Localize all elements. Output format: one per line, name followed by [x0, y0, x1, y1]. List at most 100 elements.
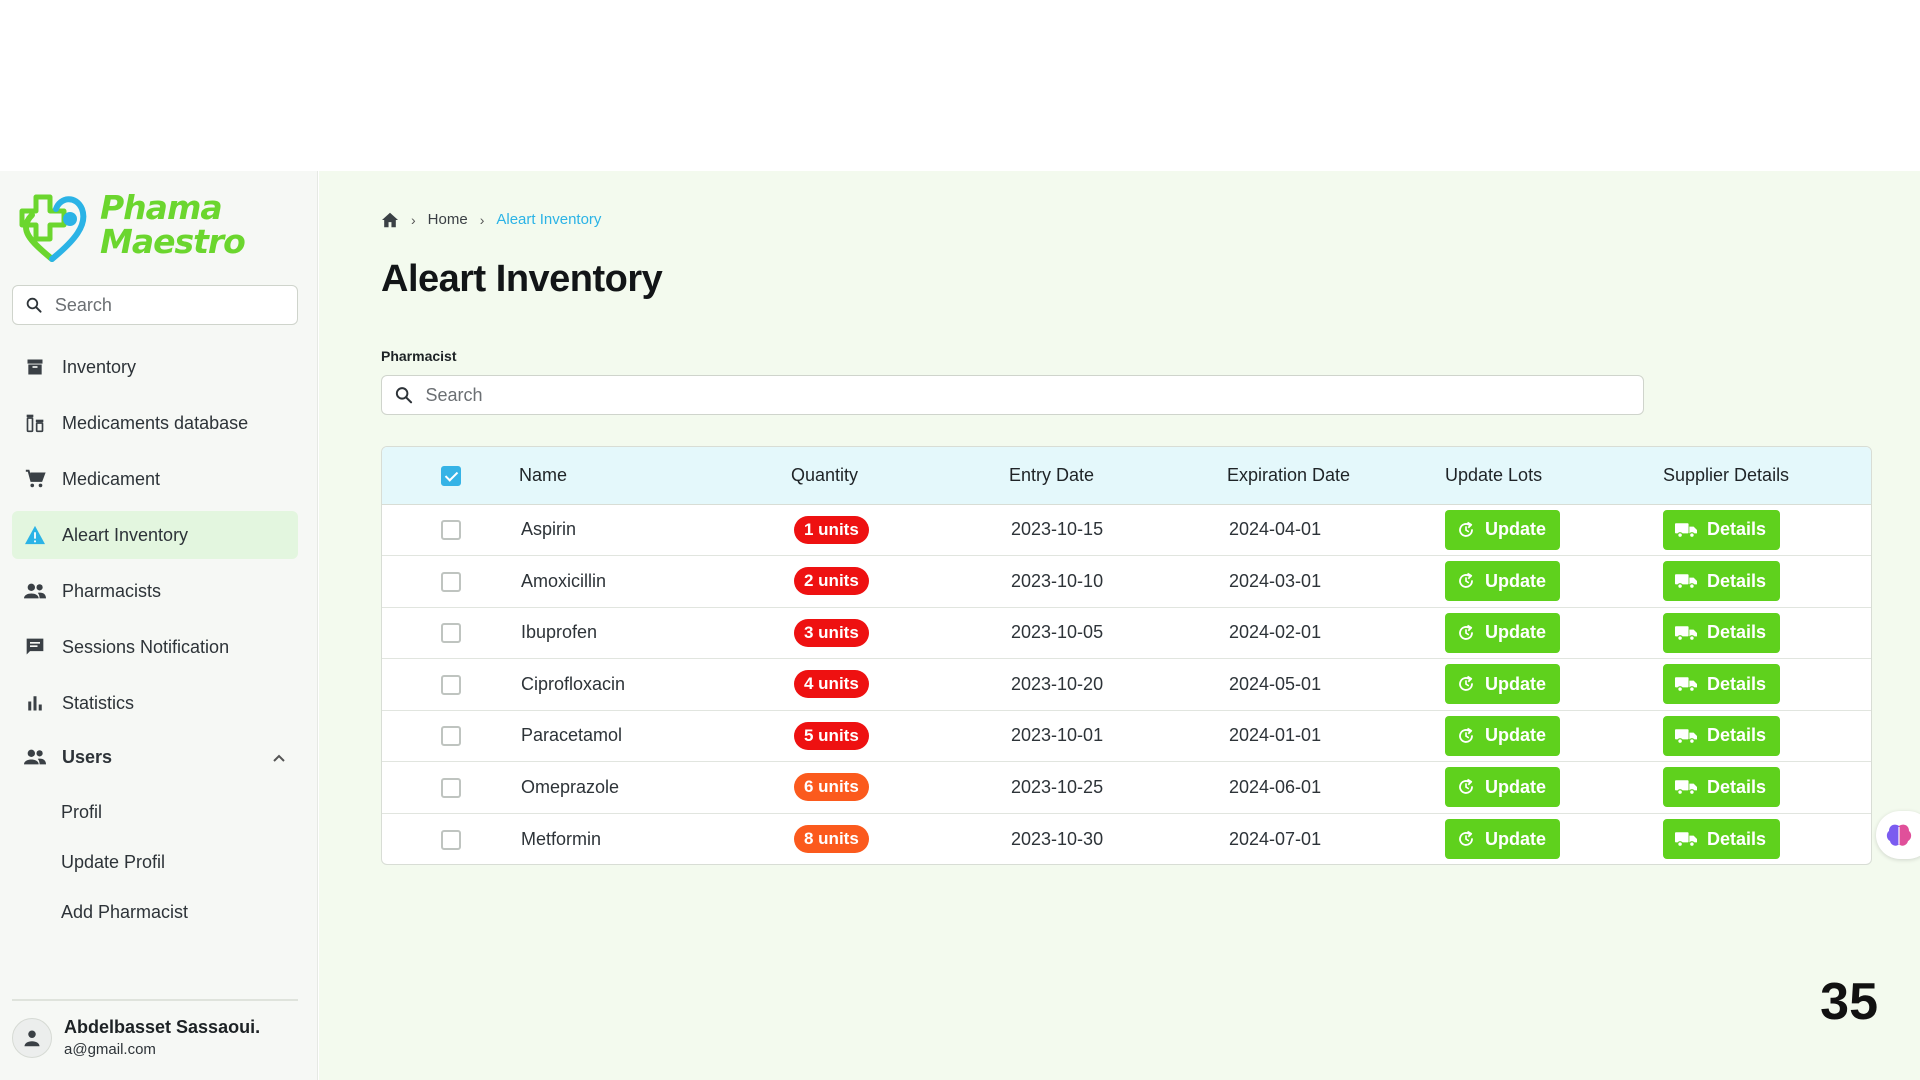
details-button[interactable]: Details	[1663, 715, 1781, 756]
truck-icon	[1675, 677, 1697, 693]
pharmacist-search-input[interactable]	[425, 384, 1643, 406]
sidebar-item-statistics[interactable]: Statistics	[12, 679, 298, 727]
sidebar-item-aleart-inventory[interactable]: Aleart Inventory	[12, 511, 298, 559]
brand-logo[interactable]: Phama Maestro	[12, 189, 252, 263]
home-icon[interactable]	[381, 212, 399, 228]
supplier-details-cell: Details	[1663, 659, 1871, 711]
quantity-badge: 2 units	[794, 567, 869, 596]
sidebar-subitem-profil[interactable]: Profil	[12, 787, 298, 837]
refresh-clock-icon	[1459, 778, 1473, 795]
entry-date: 2023-10-15	[1011, 519, 1104, 540]
update-button[interactable]: Update	[1445, 664, 1561, 705]
supplier-details-cell: Details	[1663, 762, 1871, 814]
sidebar-search-input[interactable]	[54, 294, 297, 316]
row-checkbox[interactable]	[440, 674, 461, 695]
medicament-name: Metformin	[521, 828, 602, 849]
row-select-cell	[382, 762, 519, 814]
details-button[interactable]: Details	[1663, 509, 1781, 550]
truck-icon	[1675, 780, 1697, 796]
row-select-cell	[382, 813, 519, 864]
refresh-clock-icon	[1459, 675, 1473, 692]
expiration-date: 2024-06-01	[1229, 776, 1322, 797]
breadcrumb-home[interactable]: Home	[428, 211, 468, 228]
supplier-details-cell: Details	[1663, 504, 1871, 556]
expiration-date: 2024-07-01	[1229, 828, 1322, 849]
sidebar-item-medicaments-database[interactable]: Medicaments database	[12, 399, 298, 447]
breadcrumb: › Home › Aleart Inventory	[381, 211, 601, 228]
row-checkbox[interactable]	[440, 726, 461, 747]
quantity-cell: 3 units	[791, 607, 1009, 659]
details-button[interactable]: Details	[1663, 767, 1781, 808]
breadcrumb-separator: ›	[411, 211, 416, 228]
table-row[interactable]: Aspirin 1 units 2023-10-15 2024-04-01 Up…	[382, 504, 1871, 556]
column-header-entry-date[interactable]: Entry Date	[1009, 447, 1227, 505]
select-all-cell	[382, 447, 519, 505]
quantity-badge: 3 units	[794, 618, 869, 647]
assistant-brain-button[interactable]	[1876, 811, 1920, 859]
table-header-row: Name Quantity Entry Date Expiration Date…	[382, 447, 1871, 505]
update-lots-cell: Update	[1445, 556, 1663, 608]
update-button-label: Update	[1485, 570, 1547, 591]
medicament-name: Ibuprofen	[521, 622, 598, 643]
update-button-label: Update	[1485, 673, 1547, 694]
details-button-label: Details	[1707, 673, 1767, 694]
row-checkbox[interactable]	[440, 571, 461, 592]
table-row[interactable]: Amoxicillin 2 units 2023-10-10 2024-03-0…	[382, 556, 1871, 608]
expiration-date: 2024-03-01	[1229, 570, 1322, 591]
supplier-details-cell: Details	[1663, 710, 1871, 762]
sidebar-search[interactable]	[12, 285, 298, 325]
pharmacist-field-label: Pharmacist	[381, 348, 457, 364]
sidebar-subitem-update-profil[interactable]: Update Profil	[12, 837, 298, 887]
update-button[interactable]: Update	[1445, 612, 1561, 653]
column-header-expiration-date[interactable]: Expiration Date	[1227, 447, 1445, 505]
entry-date: 2023-10-10	[1011, 570, 1104, 591]
truck-icon	[1675, 832, 1697, 847]
details-button-label: Details	[1707, 519, 1767, 540]
table-row[interactable]: Ibuprofen 3 units 2023-10-05 2024-02-01 …	[382, 607, 1871, 659]
sidebar-item-pharmacists[interactable]: Pharmacists	[12, 567, 298, 615]
sidebar-item-sessions-notification[interactable]: Sessions Notification	[12, 623, 298, 671]
details-button[interactable]: Details	[1663, 819, 1781, 859]
details-button[interactable]: Details	[1663, 612, 1781, 653]
column-header-name[interactable]: Name	[519, 447, 791, 505]
sidebar-group-users[interactable]: Users	[12, 735, 298, 779]
sidebar-subitem-add-pharmacist[interactable]: Add Pharmacist	[12, 887, 298, 937]
refresh-clock-icon	[1459, 624, 1473, 640]
pharmacist-search[interactable]	[381, 375, 1644, 415]
row-checkbox[interactable]	[440, 777, 461, 798]
sidebar-item-medicament[interactable]: Medicament	[12, 455, 298, 503]
pharmacy-heart-logo-icon	[19, 194, 87, 262]
details-button-label: Details	[1707, 776, 1767, 797]
select-all-checkbox[interactable]	[440, 465, 461, 486]
bar-chart-icon	[24, 692, 46, 714]
update-lots-cell: Update	[1445, 659, 1663, 711]
update-button[interactable]: Update	[1445, 561, 1561, 602]
row-select-cell	[382, 556, 519, 608]
row-checkbox[interactable]	[440, 623, 461, 644]
refresh-clock-icon	[1459, 830, 1473, 846]
row-select-cell	[382, 659, 519, 711]
medicament-name: Aspirin	[521, 519, 577, 540]
user-profile[interactable]: Abdelbasset Sassaoui. a@gmail.com	[12, 1017, 260, 1058]
column-header-quantity[interactable]: Quantity	[791, 447, 1009, 505]
chevron-up-icon[interactable]	[272, 747, 286, 768]
table-row[interactable]: Metformin 8 units 2023-10-30 2024-07-01 …	[382, 813, 1871, 864]
row-checkbox[interactable]	[440, 520, 461, 541]
update-button[interactable]: Update	[1445, 767, 1561, 808]
update-button[interactable]: Update	[1445, 715, 1561, 756]
quantity-cell: 4 units	[791, 659, 1009, 711]
quantity-badge: 6 units	[794, 773, 869, 802]
row-checkbox[interactable]	[440, 829, 461, 850]
details-button[interactable]: Details	[1663, 664, 1781, 705]
warning-icon	[24, 524, 46, 546]
refresh-clock-icon	[1459, 521, 1473, 537]
truck-icon	[1675, 522, 1697, 538]
table-row[interactable]: Paracetamol 5 units 2023-10-01 2024-01-0…	[382, 710, 1871, 762]
sidebar-item-inventory[interactable]: Inventory	[12, 343, 298, 391]
details-button[interactable]: Details	[1663, 561, 1781, 602]
update-button[interactable]: Update	[1445, 819, 1561, 859]
table-row[interactable]: Omeprazole 6 units 2023-10-25 2024-06-01…	[382, 762, 1871, 814]
table-row[interactable]: Ciprofloxacin 4 units 2023-10-20 2024-05…	[382, 659, 1871, 711]
quantity-cell: 8 units	[791, 813, 1009, 864]
update-button[interactable]: Update	[1445, 509, 1561, 550]
